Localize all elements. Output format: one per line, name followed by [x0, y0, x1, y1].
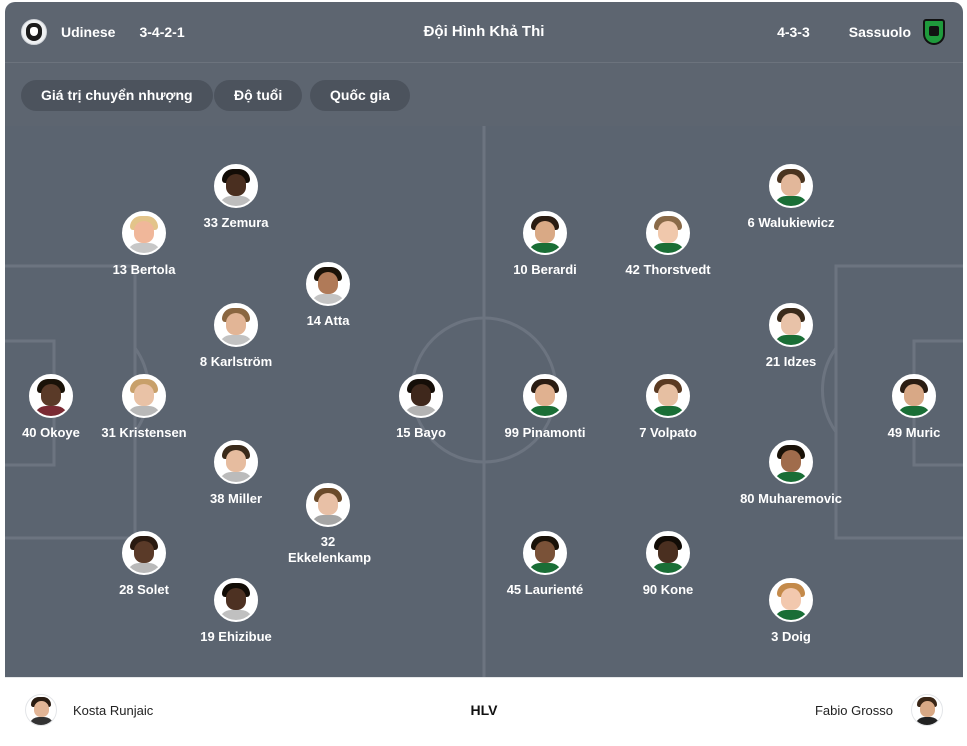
player-name: 31 Kristensen [101, 425, 187, 440]
player-avatar [769, 440, 813, 484]
sassuolo-crest-icon [923, 19, 945, 45]
away-coach-name: Fabio Grosso [814, 702, 893, 718]
player-avatar [646, 374, 690, 418]
filter-age[interactable]: Độ tuổi [214, 80, 303, 111]
player-avatar [306, 483, 350, 527]
player-avatar [769, 578, 813, 622]
player-avatar [122, 531, 166, 575]
away-player[interactable]: 49 Muric [844, 374, 963, 441]
player-avatar [214, 578, 258, 622]
lineup-header: Udinese 3-4-2-1 Đội Hình Khả Thi 4-3-3 S… [5, 2, 963, 62]
player-avatar [214, 440, 258, 484]
coaches-bar: Kosta Runjaic HLV Fabio Grosso [5, 677, 963, 742]
home-player[interactable]: 32 Ekkelenkamp [258, 483, 398, 566]
player-avatar [769, 164, 813, 208]
player-name: 13 Bertola [112, 262, 176, 277]
lineup-card: Udinese 3-4-2-1 Đội Hình Khả Thi 4-3-3 S… [5, 2, 963, 742]
player-name: 32 Ekkelenkamp [288, 534, 372, 565]
away-player[interactable]: 7 Volpato [598, 374, 738, 441]
player-avatar [214, 164, 258, 208]
player-name: 99 Pinamonti [504, 425, 586, 440]
player-avatar [306, 262, 350, 306]
pitch: 40 Okoye 31 Kristensen 13 Bertola 28 Solet 3… [5, 126, 963, 677]
player-name: 7 Volpato [639, 425, 697, 440]
away-player[interactable]: 21 Idzes [721, 303, 861, 370]
player-name: 90 Kone [642, 582, 694, 597]
player-avatar [892, 374, 936, 418]
away-team-name: Sassuolo [848, 24, 911, 40]
player-avatar [523, 211, 567, 255]
filter-nationality[interactable]: Quốc gia [310, 80, 410, 111]
player-name: 45 Laurienté [506, 582, 584, 597]
away-coach-avatar [911, 694, 943, 726]
away-player[interactable]: 10 Berardi [475, 211, 615, 278]
player-name: 15 Bayo [396, 425, 446, 440]
home-player[interactable]: 31 Kristensen [74, 374, 214, 441]
filter-market-value[interactable]: Giá trị chuyển nhượng [21, 80, 213, 111]
player-avatar [214, 303, 258, 347]
away-player[interactable]: 42 Thorstvedt [598, 211, 738, 278]
home-player[interactable]: 14 Atta [258, 262, 398, 329]
away-coach[interactable]: Fabio Grosso [815, 694, 943, 726]
away-player[interactable]: 80 Muharemovic [721, 440, 861, 507]
player-avatar [769, 303, 813, 347]
away-player[interactable]: 6 Walukiewicz [721, 164, 861, 231]
player-name: 80 Muharemovic [740, 491, 842, 506]
player-name: 10 Berardi [513, 262, 577, 277]
player-name: 8 Karlström [199, 354, 273, 369]
home-player[interactable]: 15 Bayo [351, 374, 491, 441]
player-name: 3 Doig [771, 629, 811, 644]
home-player[interactable]: 19 Ehizibue [166, 578, 306, 645]
filter-bar: Giá trị chuyển nhượng Độ tuổi Quốc gia [5, 62, 963, 126]
player-avatar [523, 374, 567, 418]
player-name: 42 Thorstvedt [625, 262, 711, 277]
away-player[interactable]: 45 Laurienté [475, 531, 615, 598]
player-name: 21 Idzes [765, 354, 817, 369]
home-player[interactable]: 33 Zemura [166, 164, 306, 231]
player-avatar [29, 374, 73, 418]
away-formation: 4-3-3 [777, 24, 810, 40]
away-player[interactable]: 99 Pinamonti [475, 374, 615, 441]
player-avatar [646, 531, 690, 575]
player-avatar [399, 374, 443, 418]
player-name: 49 Muric [887, 425, 941, 440]
player-avatar [523, 531, 567, 575]
player-name: 19 Ehizibue [200, 629, 272, 644]
player-avatar [122, 374, 166, 418]
player-avatar [646, 211, 690, 255]
player-name: 14 Atta [306, 313, 350, 328]
away-player[interactable]: 90 Kone [598, 531, 738, 598]
player-name: 6 Walukiewicz [747, 215, 835, 230]
player-avatar [122, 211, 166, 255]
player-name: 33 Zemura [203, 215, 269, 230]
away-team[interactable]: 4-3-3 Sassuolo [777, 2, 945, 62]
away-player[interactable]: 3 Doig [721, 578, 861, 645]
